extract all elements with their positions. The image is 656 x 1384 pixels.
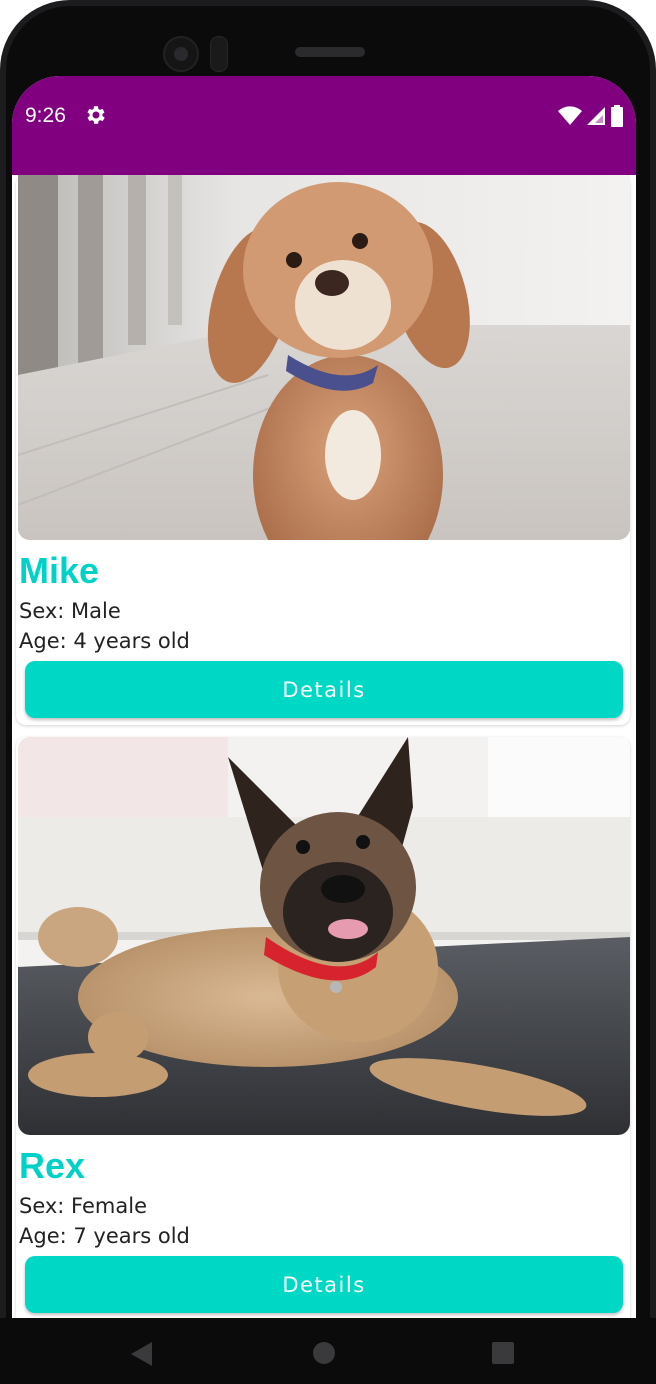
pet-sex: Sex: Male [19, 599, 121, 623]
pet-name: Mike [19, 550, 100, 591]
screen: 9:26 Mike Sex: Male Age: 4 years old Det… [12, 76, 636, 1318]
gear-icon [84, 103, 108, 127]
wifi-icon [558, 106, 582, 126]
earpiece-speaker [295, 47, 365, 57]
status-bar: 9:26 [12, 76, 636, 175]
home-circle-icon[interactable] [312, 1341, 336, 1370]
pet-card: Rex Sex: Female Age: 7 years old Details [16, 737, 630, 1318]
navigation-bar [0, 1318, 656, 1384]
details-button[interactable]: Details [25, 1256, 623, 1313]
pet-photo [18, 175, 630, 540]
pet-sex: Sex: Female [19, 1194, 147, 1218]
pet-list[interactable]: Mike Sex: Male Age: 4 years old Details [12, 175, 636, 1318]
front-camera [163, 36, 199, 72]
pet-card: Mike Sex: Male Age: 4 years old Details [16, 175, 630, 725]
pet-photo [18, 737, 630, 1135]
cell-signal-icon [586, 106, 606, 126]
pet-age: Age: 7 years old [19, 1224, 190, 1248]
recents-square-icon[interactable] [491, 1341, 515, 1370]
proximity-sensor [210, 36, 228, 72]
pet-age: Age: 4 years old [19, 629, 190, 653]
battery-icon [610, 105, 624, 127]
back-triangle-icon[interactable] [130, 1341, 154, 1372]
details-button[interactable]: Details [25, 661, 623, 718]
pet-name: Rex [19, 1145, 86, 1186]
status-time: 9:26 [25, 104, 66, 127]
